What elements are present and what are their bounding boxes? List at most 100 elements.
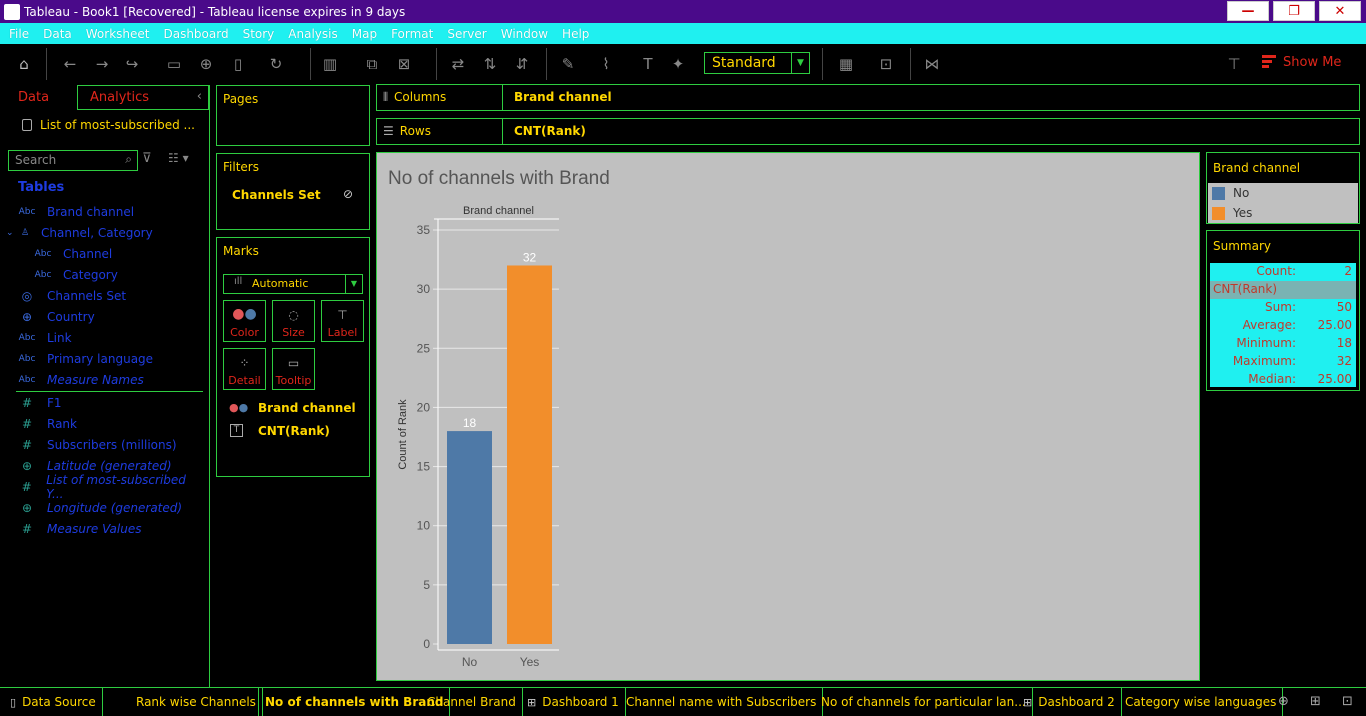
tab-rank-wise-channels[interactable]: Rank wise Channels [130, 688, 263, 716]
restore-button[interactable]: ❐ [1273, 1, 1315, 21]
field-brand-channel[interactable]: Abc Brand channel [0, 202, 200, 222]
close-button[interactable]: ✕ [1319, 1, 1361, 21]
show-me-label: Show Me [1283, 55, 1342, 70]
field-channel[interactable]: Abc Channel [0, 244, 200, 264]
field-primary-language[interactable]: Abc Primary language [0, 349, 200, 369]
mark-type-dropdown[interactable]: ıll Automatic ▼ [223, 274, 363, 294]
legend-item-yes[interactable]: Yes [1212, 206, 1252, 220]
minimize-button[interactable]: — [1227, 1, 1269, 21]
label-button[interactable]: ⊤ Label [321, 300, 364, 342]
marks-pill-cnt-rank[interactable]: CNT(Rank) [258, 424, 330, 438]
tab-data[interactable]: Data [0, 85, 77, 110]
field-channels-set[interactable]: ◎ Channels Set [0, 286, 200, 306]
new-dashboard-icon[interactable]: ⊞ [1310, 694, 1321, 709]
expand-chevron-icon[interactable]: ⌄ [6, 228, 18, 238]
group-members-icon[interactable]: ⌇ [596, 54, 616, 74]
field-f1[interactable]: # F1 [0, 393, 200, 413]
menu-server[interactable]: Server [447, 27, 486, 41]
pause-updates-icon[interactable]: ▯ [228, 54, 248, 74]
bar-chart[interactable]: Brand channel 0 5 10 15 20 25 30 35 Count of Rank… [377, 153, 1201, 682]
tab-no-of-channels-for-particular-language[interactable]: No of channels for particular lan... [815, 688, 1033, 716]
tab-dashboard-1[interactable]: ⊞ Dashboard 1 [521, 688, 626, 716]
share-icon[interactable]: ⋈ [922, 54, 942, 74]
globe-icon: ⊕ [21, 501, 33, 515]
sort-descending-icon[interactable]: ⇵ [512, 54, 532, 74]
highlight-icon[interactable]: ✎ [558, 54, 578, 74]
menu-worksheet[interactable]: Worksheet [86, 27, 150, 41]
viz-canvas[interactable]: No of channels with Brand Brand channel 0… [376, 152, 1200, 681]
field-country[interactable]: ⊕ Country [0, 307, 200, 327]
menu-story[interactable]: Story [243, 27, 275, 41]
show-labels-icon[interactable]: T [638, 54, 658, 74]
new-datasource-icon[interactable]: ⊕ [196, 54, 216, 74]
field-record-count[interactable]: # List of most-subscribed Y... [0, 473, 200, 501]
fix-axes-icon[interactable]: ✦ [668, 54, 688, 74]
save-icon[interactable]: ▭ [164, 54, 184, 74]
legend-item-no[interactable]: No [1212, 186, 1249, 200]
new-story-icon[interactable]: ⊡ [1342, 694, 1353, 709]
tab-data-source[interactable]: ▯ Data Source [4, 688, 103, 716]
presentation-mode-icon[interactable]: ⊡ [876, 54, 896, 74]
menu-help[interactable]: Help [562, 27, 589, 41]
pages-card[interactable]: Pages [216, 85, 370, 146]
field-longitude[interactable]: ⊕ Longitude (generated) [0, 498, 200, 518]
chevron-down-icon[interactable]: ▼ [791, 53, 809, 73]
chevron-down-icon[interactable]: ▼ [345, 275, 362, 293]
field-channel-category[interactable]: ⌄ ♙ Channel, Category [0, 223, 200, 243]
new-worksheet-icon[interactable]: ▥ [320, 54, 340, 74]
home-icon[interactable]: ⌂ [14, 54, 34, 74]
undo-icon[interactable]: ← [60, 54, 80, 74]
rows-shelf[interactable]: ☰ Rows CNT(Rank) [376, 118, 1360, 145]
field-rank[interactable]: # Rank [0, 414, 200, 434]
new-worksheet-icon[interactable]: ⊕ [1278, 694, 1289, 709]
refresh-icon[interactable]: ↻ [266, 54, 286, 74]
menu-data[interactable]: Data [43, 27, 72, 41]
menu-file[interactable]: File [9, 27, 29, 41]
color-legend: Brand channel No Yes [1206, 152, 1360, 224]
y-axis-title: Count of Rank [397, 399, 409, 470]
field-measure-values[interactable]: # Measure Values [0, 519, 200, 539]
tab-analytics[interactable]: Analytics ‹ [77, 85, 209, 110]
filter-icon[interactable]: ⊽ [142, 151, 152, 166]
field-measure-names[interactable]: Abc Measure Names [0, 370, 200, 390]
menu-format[interactable]: Format [391, 27, 433, 41]
menu-window[interactable]: Window [501, 27, 548, 41]
field-category[interactable]: Abc Category [0, 265, 200, 285]
menu-map[interactable]: Map [352, 27, 377, 41]
columns-pill-brand-channel[interactable]: Brand channel [514, 90, 612, 104]
field-subscribers[interactable]: # Subscribers (millions) [0, 435, 200, 455]
clear-sheet-icon[interactable]: ⊠ [394, 54, 414, 74]
columns-shelf[interactable]: ⫴ Columns Brand channel [376, 84, 1360, 111]
detail-button[interactable]: ⁘ Detail [223, 348, 266, 390]
tooltip-icon[interactable]: ⊤ [1224, 54, 1244, 74]
field-name: Primary language [47, 352, 154, 366]
replay-icon[interactable]: ↪ [122, 54, 142, 74]
tab-channel-name-with-subscribers[interactable]: Channel name with Subscribers [620, 688, 824, 716]
redo-icon[interactable]: → [92, 54, 112, 74]
field-link[interactable]: Abc Link [0, 328, 200, 348]
rows-pill-cnt-rank[interactable]: CNT(Rank) [514, 124, 586, 138]
filter-pill-channels-set[interactable]: Channels Set [232, 188, 321, 202]
tab-channel-brand[interactable]: Channel Brand [421, 688, 523, 716]
collapse-chevron-icon[interactable]: ‹ [197, 89, 202, 104]
menu-analysis[interactable]: Analysis [288, 27, 337, 41]
color-button[interactable]: ●● Color [223, 300, 266, 342]
size-button[interactable]: ◌ Size [272, 300, 315, 342]
menu-dashboard[interactable]: Dashboard [163, 27, 228, 41]
tab-dashboard-2[interactable]: ⊞ Dashboard 2 [1017, 688, 1122, 716]
sort-ascending-icon[interactable]: ⇅ [480, 54, 500, 74]
show-me-button[interactable]: Show Me [1262, 55, 1341, 70]
view-options-icon[interactable]: ☷ ▾ [168, 151, 189, 165]
search-input[interactable]: Search ⌕ [8, 150, 138, 171]
data-source-item[interactable]: List of most-subscribed ... [22, 118, 195, 132]
legend-label: No [1233, 186, 1250, 200]
duplicate-sheet-icon[interactable]: ⧉ [362, 54, 382, 74]
fit-selector[interactable]: Standard ▼ [704, 52, 810, 74]
tab-category-wise-languages[interactable]: Category wise languages [1119, 688, 1284, 716]
swap-rows-columns-icon[interactable]: ⇄ [448, 54, 468, 74]
marks-pill-brand-channel[interactable]: Brand channel [258, 401, 356, 415]
filters-card[interactable]: Filters Channels Set ⊘ [216, 153, 370, 230]
summary-value: 50 [1336, 300, 1352, 314]
tooltip-button[interactable]: ▭ Tooltip [272, 348, 315, 390]
show-cards-icon[interactable]: ▦ [836, 54, 856, 74]
